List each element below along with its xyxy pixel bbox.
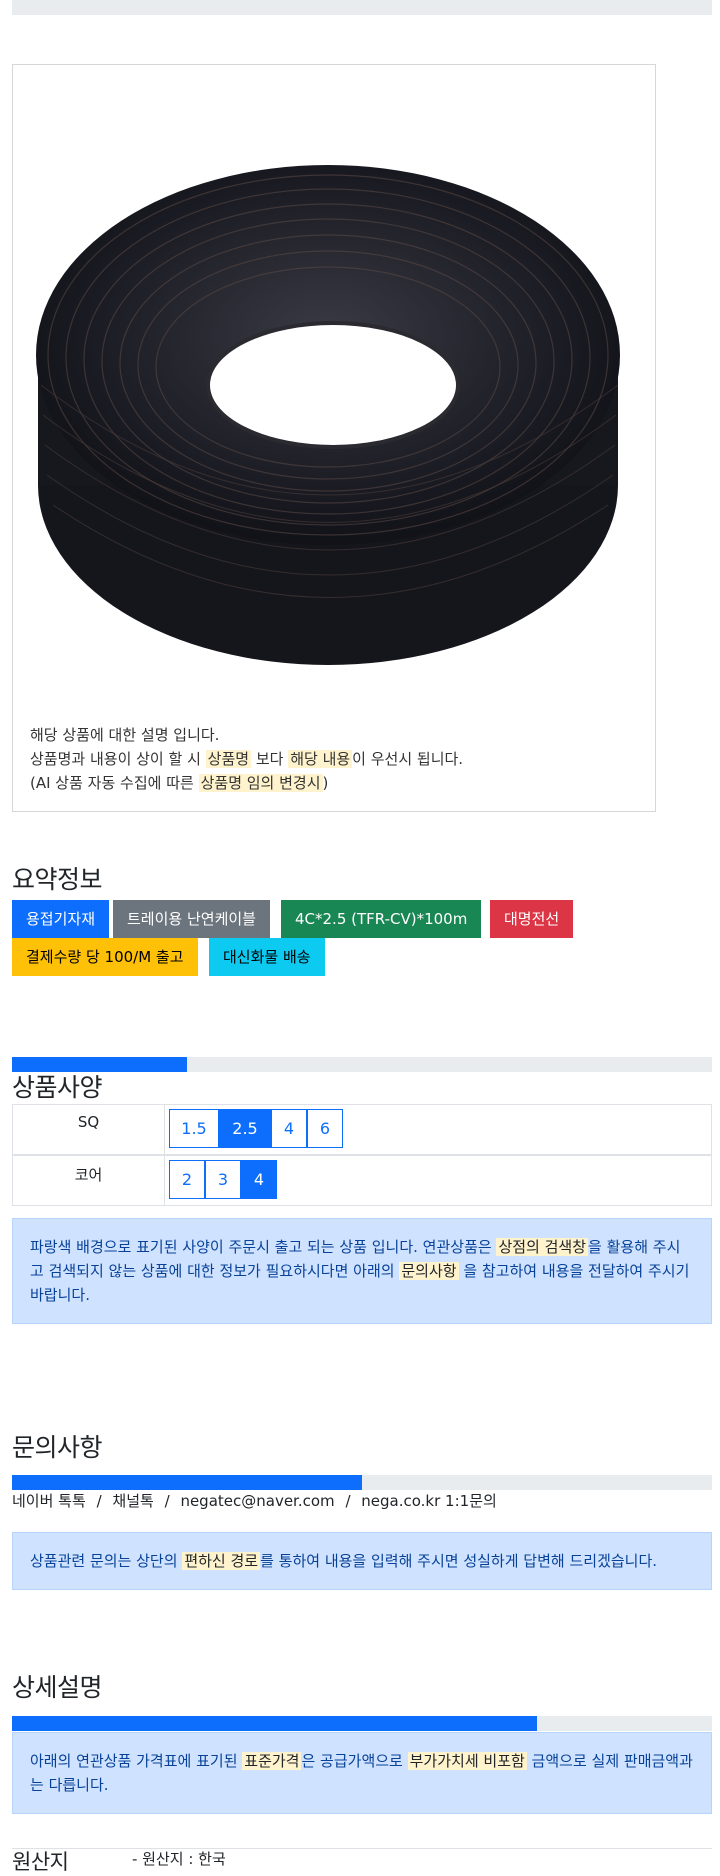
notice-text: 은 공급가액으로 bbox=[301, 1752, 408, 1770]
desc-text: 보다 bbox=[251, 750, 289, 768]
desc-text: ) bbox=[322, 774, 329, 792]
inquiry-notice: 상품관련 문의는 상단의 편하신 경로 를 통하여 내용을 입력해 주시면 성실하… bbox=[12, 1532, 712, 1590]
summary-tag: 트레이용 난연케이블 bbox=[113, 900, 270, 938]
notice-text: 아래의 연관상품 가격표에 표기된 bbox=[30, 1752, 243, 1770]
highlight-name-change: 상품명 임의 변경시 bbox=[198, 774, 323, 792]
detail-title: 상세설명 bbox=[12, 1673, 103, 1702]
divider bbox=[12, 1848, 712, 1849]
spec-option-button[interactable]: 1.5 bbox=[169, 1109, 219, 1148]
inquiry-title: 문의사항 bbox=[12, 1433, 103, 1462]
detail-progress bbox=[12, 1716, 712, 1731]
highlight-vat-excluded: 부가가치세 비포함 bbox=[407, 1752, 527, 1770]
spec-option-button[interactable]: 4 bbox=[271, 1109, 307, 1148]
detail-progress-fill bbox=[12, 1716, 537, 1731]
highlight-route: 편하신 경로 bbox=[182, 1552, 261, 1570]
desc-text: 상품명과 내용이 상이 할 시 bbox=[30, 750, 206, 768]
notice-text: 상품관련 문의는 상단의 bbox=[30, 1552, 183, 1570]
notice-text: 파랑색 배경으로 표기된 사양이 주문시 출고 되는 상품 입니다. 연관상품은 bbox=[30, 1238, 497, 1256]
link-email[interactable]: negatec@naver.com bbox=[180, 1492, 334, 1510]
spec-option-button[interactable]: 2.5 bbox=[219, 1109, 271, 1148]
origin-title: 원산지 bbox=[12, 1850, 69, 1874]
spec-option-button[interactable]: 4 bbox=[241, 1160, 277, 1199]
spec-option-button[interactable]: 2 bbox=[169, 1160, 205, 1199]
cable-coil-image bbox=[33, 85, 633, 725]
spec-option-button[interactable]: 3 bbox=[205, 1160, 241, 1199]
summary-tag: 대명전선 bbox=[490, 900, 574, 938]
spec-label: SQ bbox=[13, 1105, 165, 1154]
separator: / bbox=[345, 1492, 351, 1510]
inquiry-progress bbox=[12, 1475, 712, 1490]
top-progress-bar bbox=[12, 0, 712, 15]
summary-title: 요약정보 bbox=[12, 865, 103, 894]
highlight-product-name: 상품명 bbox=[205, 750, 252, 768]
specs-title: 상품사양 bbox=[12, 1073, 103, 1102]
link-naver-talk[interactable]: 네이버 톡톡 bbox=[12, 1492, 86, 1510]
desc-line-3: (AI 상품 자동 수집에 따른 상품명 임의 변경시) bbox=[30, 771, 463, 795]
desc-line-1: 해당 상품에 대한 설명 입니다. bbox=[30, 726, 220, 744]
link-channel-talk[interactable]: 채널톡 bbox=[112, 1492, 153, 1510]
desc-text: (AI 상품 자동 수집에 따른 bbox=[30, 774, 199, 792]
separator: / bbox=[164, 1492, 170, 1510]
specs-progress bbox=[12, 1057, 712, 1072]
spec-row: SQ 1.5 2.5 4 6 bbox=[12, 1104, 712, 1155]
inquiry-links: 네이버 톡톡 / 채널톡 / negatec@naver.com / nega.… bbox=[12, 1490, 497, 1511]
summary-tag: 4C*2.5 (TFR-CV)*100m bbox=[281, 900, 482, 938]
summary-tag: 결제수량 당 100/M 출고 bbox=[12, 938, 198, 976]
highlight-search: 상점의 검색창 bbox=[496, 1238, 589, 1256]
summary-tag: 대신화물 배송 bbox=[209, 938, 325, 976]
spec-row: 코어 2 3 4 bbox=[12, 1155, 712, 1206]
highlight-inquiry: 문의사항 bbox=[399, 1262, 459, 1280]
spec-label: 코어 bbox=[13, 1156, 165, 1205]
separator: / bbox=[96, 1492, 102, 1510]
highlight-content: 해당 내용 bbox=[288, 750, 353, 768]
product-description: 해당 상품에 대한 설명 입니다. 상품명과 내용이 상이 할 시 상품명 보다… bbox=[30, 723, 463, 795]
link-nega-inquiry[interactable]: nega.co.kr 1:1문의 bbox=[361, 1492, 497, 1510]
spec-notice: 파랑색 배경으로 표기된 사양이 주문시 출고 되는 상품 입니다. 연관상품은… bbox=[12, 1218, 712, 1324]
desc-text: 이 우선시 됩니다. bbox=[352, 750, 464, 768]
desc-line-2: 상품명과 내용이 상이 할 시 상품명 보다 해당 내용 이 우선시 됩니다. bbox=[30, 747, 463, 771]
spec-option-button[interactable]: 6 bbox=[307, 1109, 343, 1148]
highlight-standard-price: 표준가격 bbox=[242, 1752, 302, 1770]
summary-tag: 용접기자재 bbox=[12, 900, 110, 938]
inquiry-progress-fill bbox=[12, 1475, 362, 1490]
detail-notice: 아래의 연관상품 가격표에 표기된 표준가격 은 공급가액으로 부가가치세 비포함… bbox=[12, 1732, 712, 1814]
product-image-card: 해당 상품에 대한 설명 입니다. 상품명과 내용이 상이 할 시 상품명 보다… bbox=[12, 64, 656, 812]
origin-value: - 원산지 : 한국 bbox=[132, 1850, 226, 1868]
notice-text: 를 통하여 내용을 입력해 주시면 성실하게 답변해 드리겠습니다. bbox=[260, 1552, 658, 1570]
